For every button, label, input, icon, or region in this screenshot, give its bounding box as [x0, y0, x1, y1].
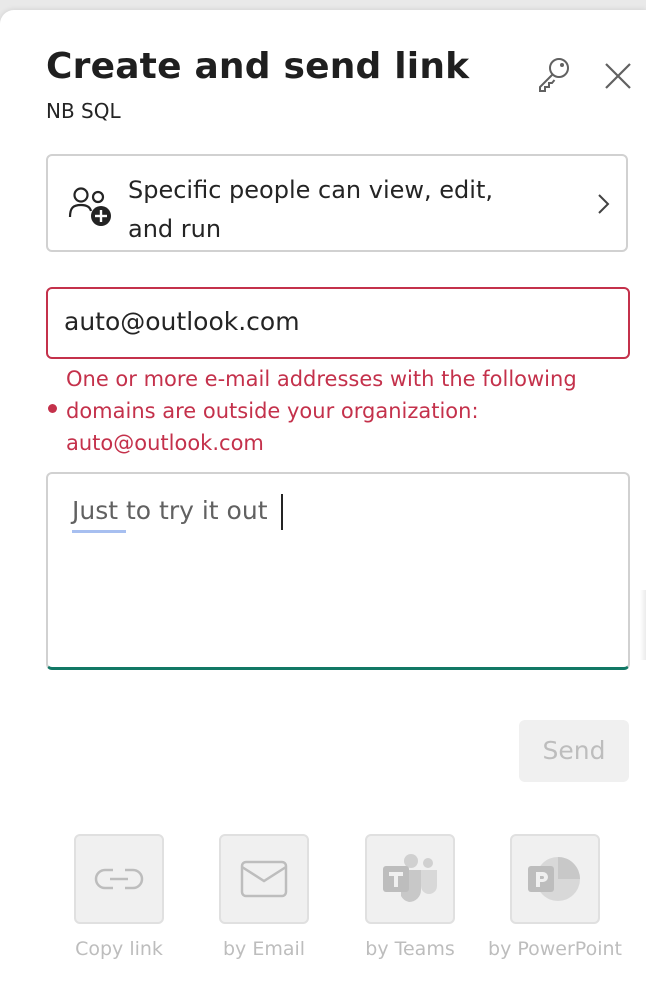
- error-icon: [48, 404, 57, 413]
- permission-label: Specific people can view, edit, and run: [128, 176, 493, 243]
- copy-link-label: Copy link: [75, 938, 163, 960]
- send-button[interactable]: Send: [519, 720, 629, 782]
- close-icon[interactable]: [600, 58, 636, 94]
- text-caret: [281, 494, 283, 530]
- email-label: by Email: [222, 938, 306, 960]
- copy-link-button[interactable]: [74, 834, 164, 924]
- dialog-title: Create and send link: [46, 46, 470, 87]
- recipient-value: auto@outlook.com: [64, 307, 300, 336]
- teams-button[interactable]: [365, 834, 455, 924]
- external-domain-error: One or more e-mail addresses with the fo…: [66, 367, 577, 455]
- email-button[interactable]: [219, 834, 309, 924]
- teams-label: by Teams: [365, 938, 455, 960]
- spellcheck-underline: [72, 530, 126, 533]
- people-add-icon: [68, 184, 114, 230]
- powerpoint-button[interactable]: [510, 834, 600, 924]
- message-value: Just to try it out: [72, 496, 268, 525]
- item-name: NB SQL: [46, 99, 121, 123]
- message-textarea[interactable]: Just to try it out: [46, 472, 630, 670]
- powerpoint-label: by PowerPoint: [488, 938, 622, 960]
- scroll-edge-shadow: [640, 590, 646, 660]
- chevron-right-icon: [592, 192, 614, 216]
- key-icon[interactable]: [534, 54, 574, 94]
- share-dialog: Create and send link NB SQL Specific peo…: [0, 10, 646, 992]
- recipient-input[interactable]: auto@outlook.com: [46, 287, 630, 359]
- permission-settings-button[interactable]: Specific people can view, edit, and run: [46, 154, 628, 252]
